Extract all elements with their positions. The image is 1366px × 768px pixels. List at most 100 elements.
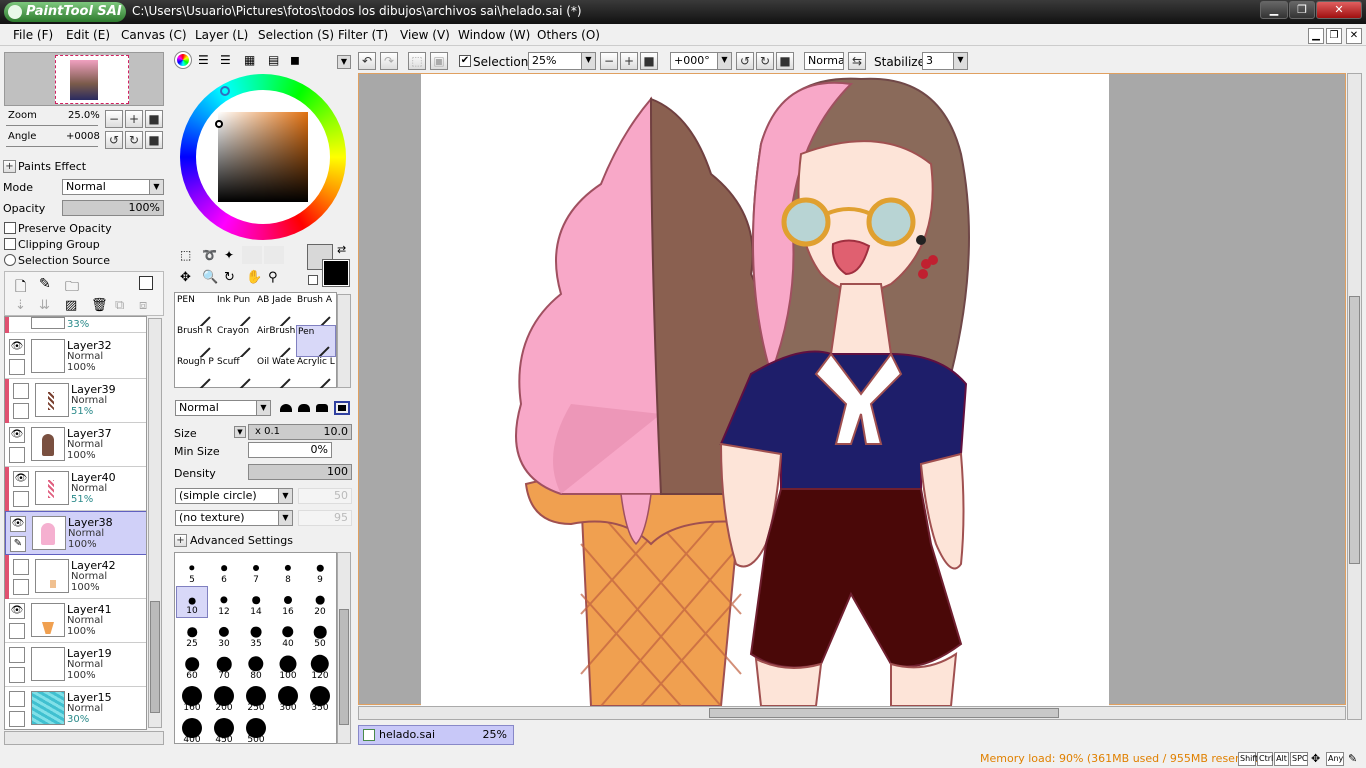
clipping-group-checkbox[interactable] (4, 238, 16, 250)
primary-color-swatch[interactable] (322, 259, 350, 287)
canvas-zoom-reset-button[interactable]: ■ (640, 52, 658, 70)
delete-layer-icon[interactable]: 🗑 (91, 298, 108, 313)
brush-size-10[interactable]: 10 (176, 586, 208, 618)
brush-size-40[interactable]: 40 (272, 618, 304, 650)
canvas-zoom-out-button[interactable]: − (600, 52, 618, 70)
transfer-down-icon[interactable]: ⇣ (15, 298, 26, 313)
navigator-preview[interactable] (4, 52, 164, 106)
layer-list-scrollbar[interactable] (148, 318, 162, 728)
eye-icon[interactable]: 👁 (9, 339, 25, 355)
tip-hard-icon[interactable] (316, 404, 328, 412)
merge-down-icon[interactable]: ⇊ (39, 298, 50, 313)
layer-row[interactable]: Layer42 Normal 100% (5, 555, 146, 599)
brush-size-160[interactable]: 160 (176, 682, 208, 714)
zoom-out-button[interactable]: − (105, 110, 123, 128)
canvas-rotate-left-button[interactable]: ↺ (736, 52, 754, 70)
brush-size-6[interactable]: 6 (208, 554, 240, 586)
lock-icon[interactable] (13, 403, 29, 419)
angle-slider[interactable] (6, 139, 98, 147)
layer-row[interactable]: 👁 Layer32 Normal 100% (5, 335, 146, 379)
brush-ink-pun[interactable]: Ink Pun (216, 294, 256, 326)
brush-grid-scrollbar[interactable] (337, 294, 351, 388)
brush-size-7[interactable]: 7 (240, 554, 272, 586)
minimize-button[interactable]: ▁ (1260, 1, 1288, 19)
brush-size-50[interactable]: 50 (304, 618, 336, 650)
brush-texture-select[interactable]: (no texture) ▼ (175, 510, 293, 526)
navigator-view-rect[interactable] (55, 55, 129, 104)
layer-opacity-slider[interactable]: 100% (62, 200, 164, 216)
eye-icon[interactable]: 👁 (13, 471, 29, 487)
menu-file[interactable]: File (F) (13, 28, 53, 42)
brush-size-8[interactable]: 8 (272, 554, 304, 586)
lock-icon[interactable] (9, 359, 25, 375)
clear-layer-icon[interactable]: ▨ (65, 298, 77, 313)
layer-hscrollbar[interactable] (4, 731, 164, 745)
layer-row[interactable]: Layer19 Normal 100% (5, 643, 146, 687)
density-slider[interactable]: 100 (248, 464, 352, 480)
brush-shape-strength[interactable]: 50 (298, 488, 352, 504)
menu-edit[interactable]: Edit (E) (66, 28, 110, 42)
mdi-minimize-button[interactable]: ▁ (1308, 28, 1324, 44)
new-layer-icon[interactable]: 🗋 (15, 276, 26, 300)
sv-cursor[interactable] (215, 120, 223, 128)
close-button[interactable]: ✕ (1316, 1, 1362, 19)
rotate-icon[interactable]: ↻ (224, 270, 235, 285)
brush-size-400[interactable]: 400 (176, 714, 208, 746)
deselect-button[interactable]: ⬚ (408, 52, 426, 70)
rgb-slider-tab-icon[interactable]: ☰ (198, 53, 209, 67)
rotate-left-button[interactable]: ↺ (105, 131, 123, 149)
brush-size-30[interactable]: 30 (208, 618, 240, 650)
rect-select-icon[interactable]: ⬚ (180, 248, 191, 262)
hand-icon[interactable]: ✋ (246, 270, 262, 285)
lock-icon[interactable] (9, 667, 25, 683)
menu-others[interactable]: Others (O) (537, 28, 600, 42)
brush-size-300[interactable]: 300 (272, 682, 304, 714)
move-icon[interactable]: ✥ (180, 270, 191, 285)
lock-icon[interactable] (9, 623, 25, 639)
drawing-canvas[interactable] (421, 74, 1109, 706)
transparent-color-icon[interactable] (308, 275, 318, 285)
eye-icon[interactable] (9, 691, 25, 707)
eye-icon[interactable]: 👁 (10, 516, 26, 532)
brush-pen-selected[interactable]: Pen (296, 325, 336, 357)
maximize-button[interactable]: ❐ (1289, 1, 1315, 19)
layer-row[interactable]: 👁 Layer37 Normal 100% (5, 423, 146, 467)
layer-row[interactable]: 👁 Layer40 Normal 51% (5, 467, 146, 511)
layer-mode-select[interactable]: Normal ▼ (62, 179, 164, 195)
canvas-zoom-in-button[interactable]: + (620, 52, 638, 70)
brush-size-14[interactable]: 14 (240, 586, 272, 618)
min-size-slider[interactable]: 0% (248, 442, 332, 458)
flatten-icon[interactable]: ⧈ (139, 298, 147, 313)
brush-pen[interactable]: PEN (176, 294, 216, 326)
color-saturation-value-square[interactable] (218, 112, 308, 202)
eye-icon[interactable] (13, 559, 29, 575)
brush-airbrush[interactable]: AirBrush (256, 325, 296, 357)
layer-mask-icon[interactable] (139, 276, 153, 290)
canvas-rotate-right-button[interactable]: ↻ (756, 52, 774, 70)
lock-icon[interactable] (9, 711, 25, 727)
brush-size-100[interactable]: 100 (272, 650, 304, 682)
menu-selection[interactable]: Selection (S) (258, 28, 334, 42)
brush-brush-a[interactable]: Brush A (296, 294, 336, 326)
eye-icon[interactable]: 👁 (9, 603, 25, 619)
panel-menu-icon[interactable]: ▼ (337, 55, 351, 69)
brush-size-120[interactable]: 120 (304, 650, 336, 682)
tip-medium-icon[interactable] (298, 404, 310, 412)
color-wheel[interactable] (180, 74, 346, 240)
zoom-reset-button[interactable]: ■ (145, 110, 163, 128)
brush-shape-select[interactable]: (simple circle) ▼ (175, 488, 293, 504)
mixer-tab-icon[interactable]: ◼ (290, 53, 300, 67)
size-grid-scrollbar[interactable] (337, 552, 351, 744)
canvas-horizontal-scrollbar[interactable] (358, 706, 1346, 720)
new-linework-layer-icon[interactable]: ✎ (39, 276, 51, 292)
swap-colors-icon[interactable]: ⇄ (337, 243, 346, 256)
brush-size-250[interactable]: 250 (240, 682, 272, 714)
menu-view[interactable]: View (V) (400, 28, 450, 42)
brush-size-200[interactable]: 200 (208, 682, 240, 714)
brush-rough-p[interactable]: Rough P (176, 356, 216, 388)
stabilizer-select[interactable]: 3 ▼ (922, 52, 968, 70)
hue-cursor[interactable] (220, 86, 230, 96)
brush-size-16[interactable]: 16 (272, 586, 304, 618)
advanced-settings-label[interactable]: Advanced Settings (190, 534, 293, 547)
brush-size-350[interactable]: 350 (304, 682, 336, 714)
